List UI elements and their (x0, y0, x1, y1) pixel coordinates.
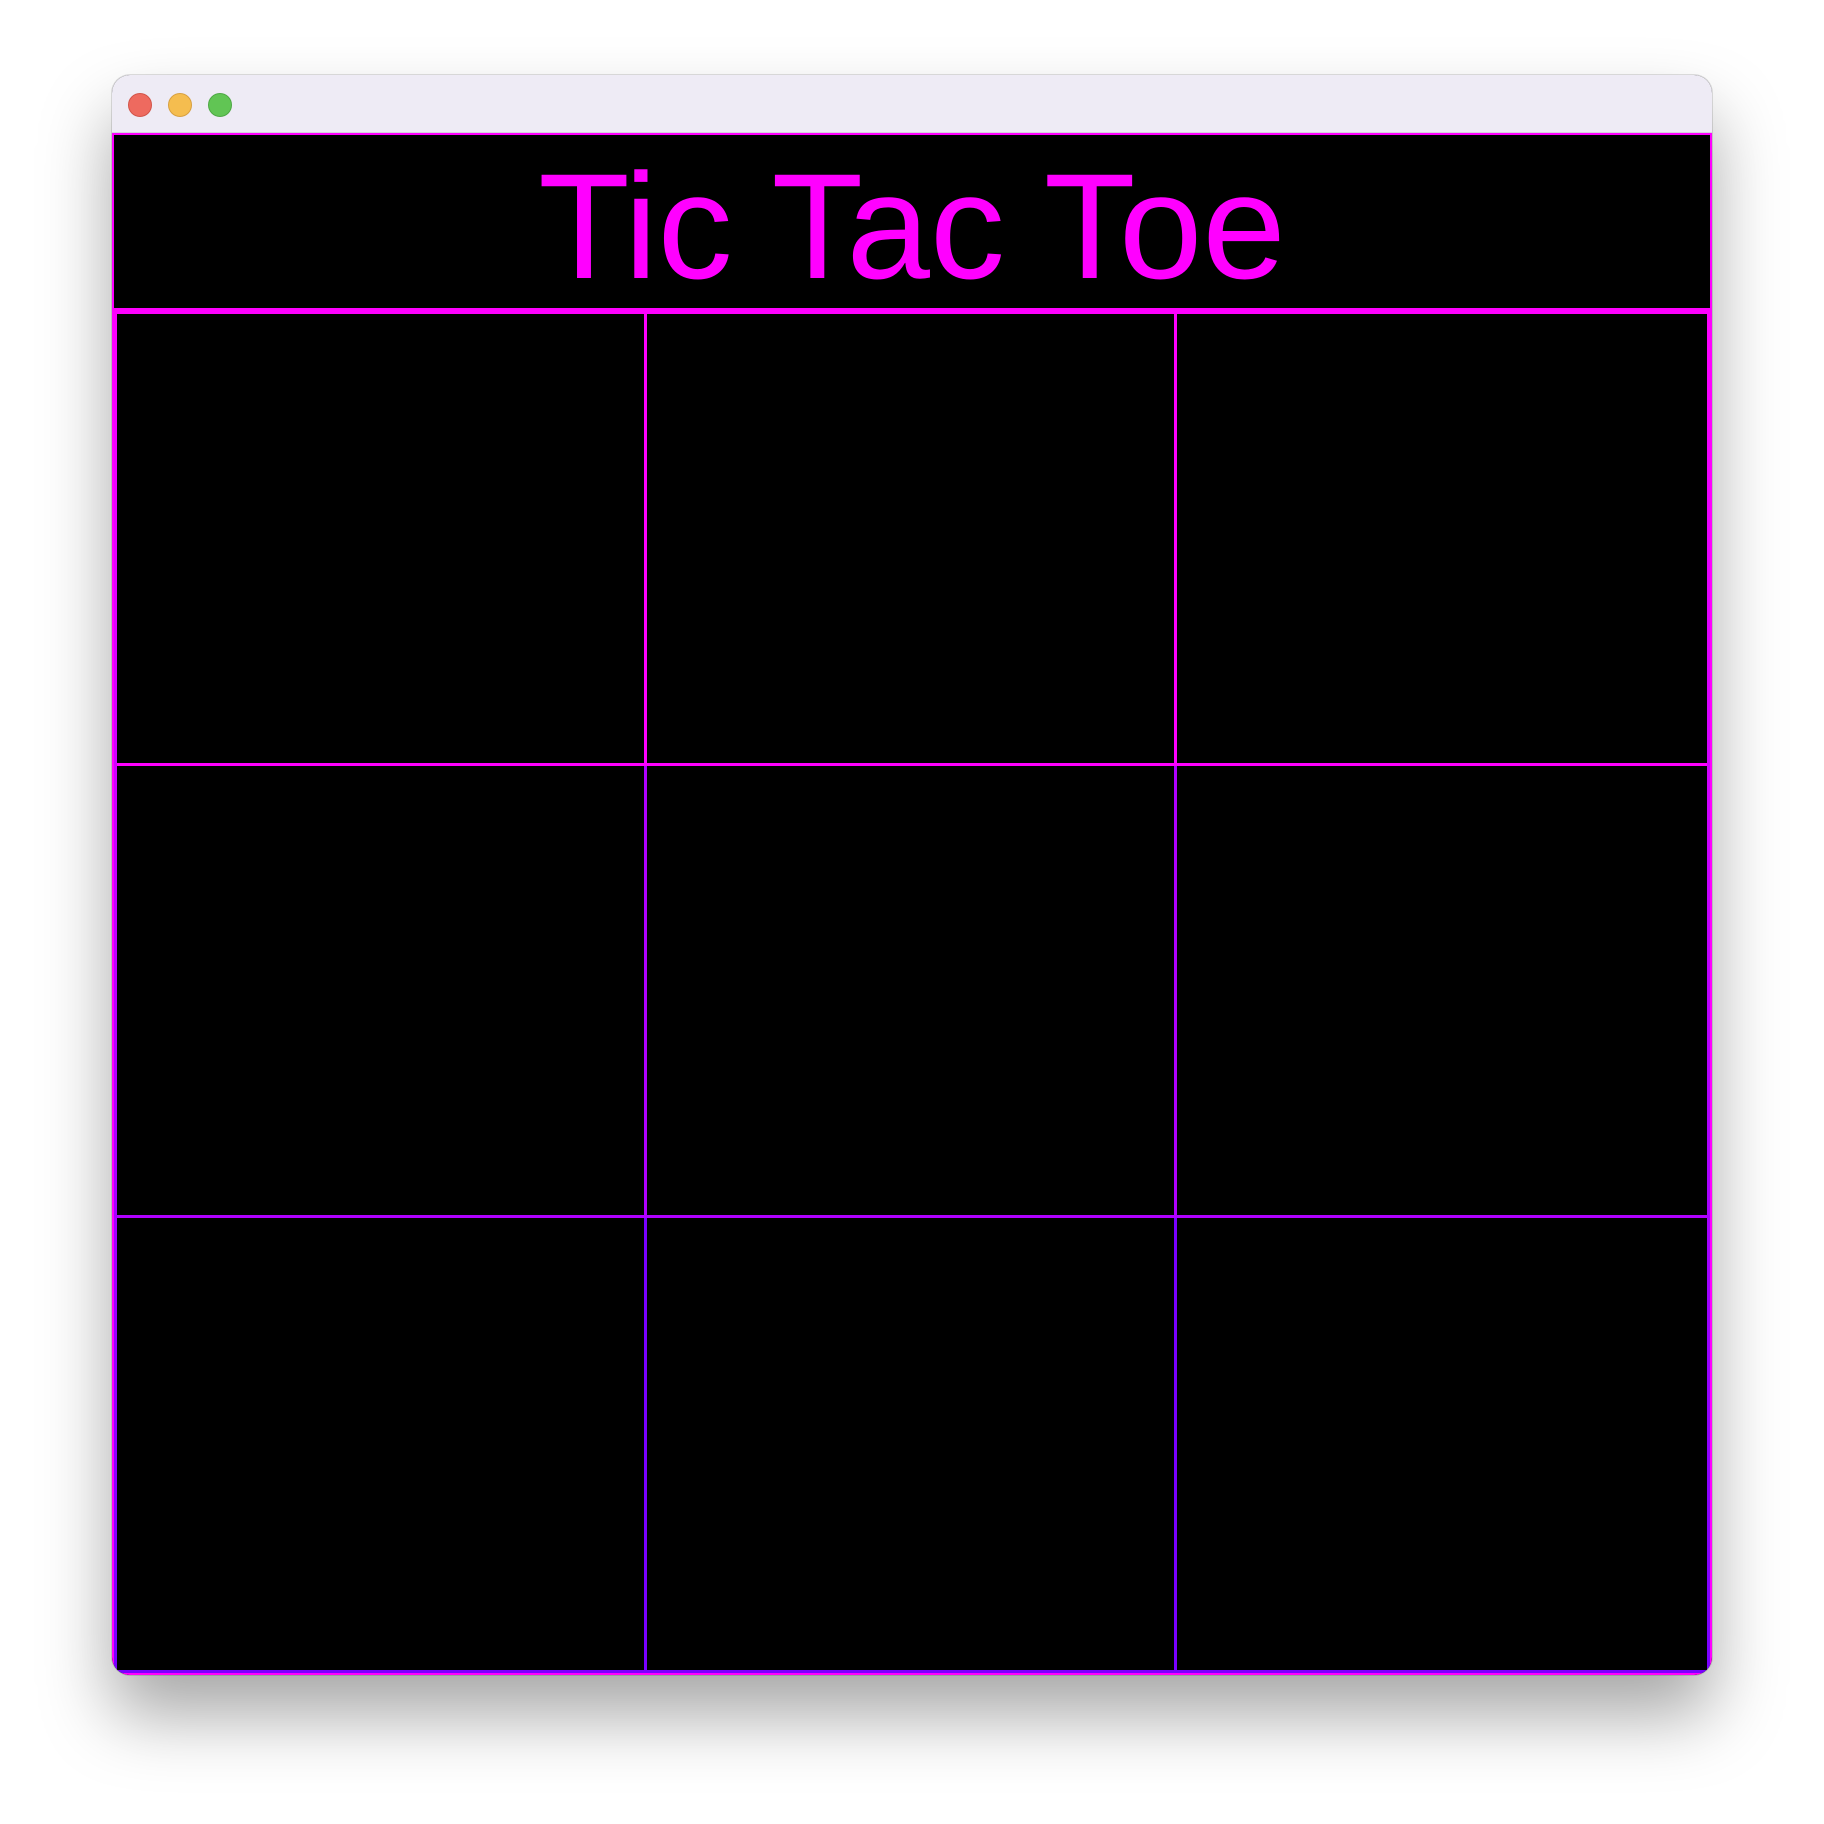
board-cell-2-1[interactable] (117, 766, 647, 1218)
close-window-button[interactable] (128, 93, 152, 117)
game-header: Tic Tac Toe (114, 135, 1710, 311)
board-cell-3-2[interactable] (647, 1218, 1177, 1670)
game-title: Tic Tac Toe (538, 141, 1286, 310)
tic-tac-toe-board (114, 311, 1710, 1673)
board-cell-2-3[interactable] (1177, 766, 1707, 1218)
app-window: Tic Tac Toe (112, 75, 1712, 1675)
board-cell-2-2[interactable] (647, 766, 1177, 1218)
board-cell-1-3[interactable] (1177, 314, 1707, 766)
minimize-window-button[interactable] (168, 93, 192, 117)
board-cell-1-2[interactable] (647, 314, 1177, 766)
board-cell-3-1[interactable] (117, 1218, 647, 1670)
maximize-window-button[interactable] (208, 93, 232, 117)
board-cell-3-3[interactable] (1177, 1218, 1707, 1670)
board-cell-1-1[interactable] (117, 314, 647, 766)
window-titlebar[interactable] (112, 75, 1712, 133)
game-content: Tic Tac Toe (112, 133, 1712, 1675)
